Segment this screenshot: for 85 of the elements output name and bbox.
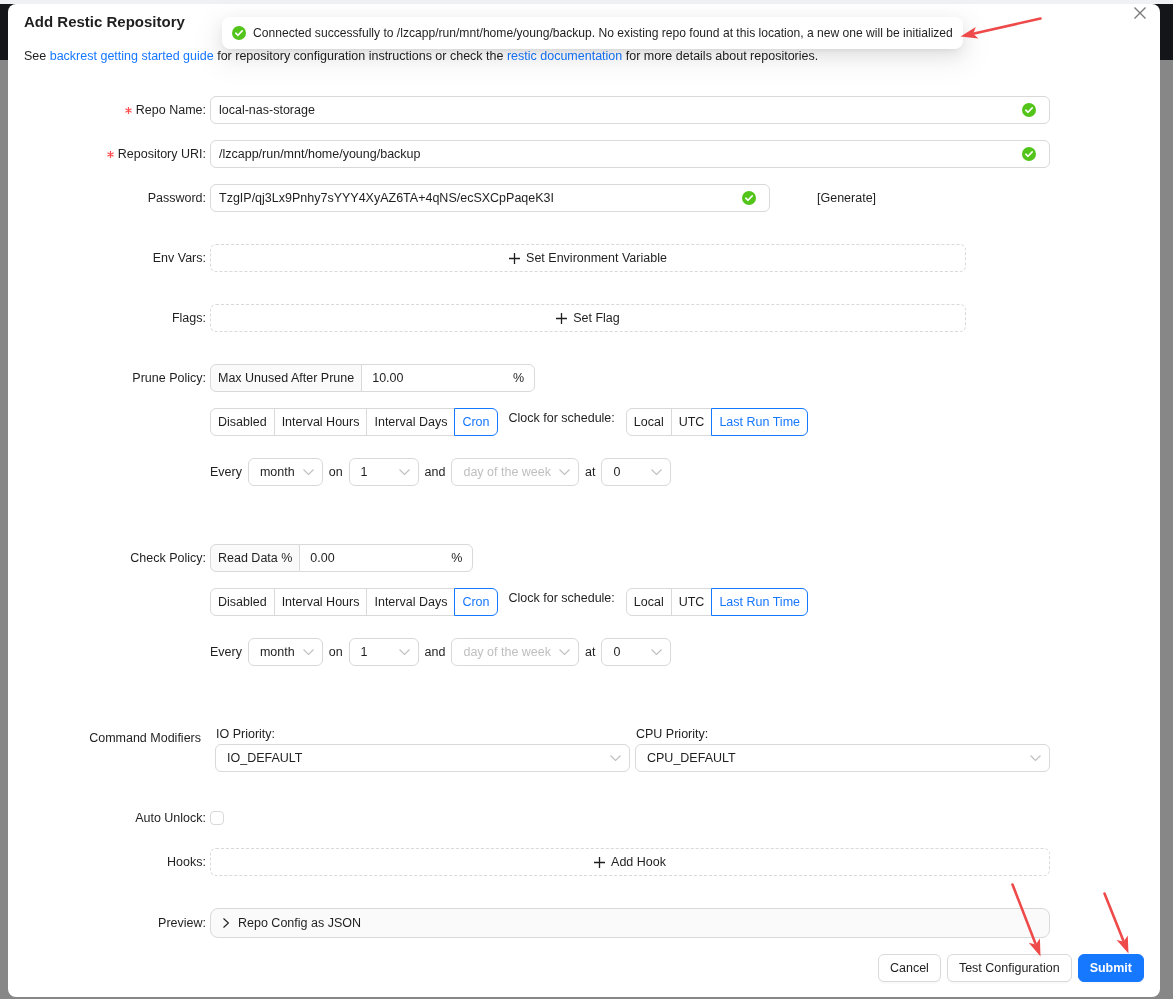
chevron-down-icon [559, 649, 571, 655]
repository-uri-input[interactable]: /lzcapp/run/mnt/home/young/backup [210, 140, 1050, 168]
annotation-arrow [1102, 891, 1130, 955]
clock-label: Clock for schedule: [508, 410, 615, 427]
input-addon: Max Unused After Prune [210, 364, 363, 392]
percent-suffix: % [513, 371, 525, 385]
plus-icon [594, 856, 606, 868]
field-label: Env Vars: [152, 250, 206, 266]
schedule-mode-option[interactable]: Interval Days [366, 588, 456, 616]
schedule-mode-option[interactable]: Interval Hours [273, 408, 368, 436]
doc-link[interactable]: backrest getting started guide [49, 49, 214, 63]
field-label: Password: [147, 190, 206, 206]
field-label: Auto Unlock: [135, 810, 206, 826]
schedule-text: Every [210, 645, 242, 659]
check-circle-icon [232, 26, 246, 40]
dialog-button[interactable]: Cancel [877, 954, 941, 982]
schedule-select[interactable]: 0 [601, 638, 672, 666]
clock-option[interactable]: Last Run Time [711, 588, 808, 616]
schedule-text: at [585, 465, 596, 479]
auto-unlock-checkbox[interactable] [210, 811, 224, 825]
close-icon [1134, 7, 1146, 19]
schedule-select[interactable]: month [247, 638, 323, 666]
schedule-select[interactable]: 1 [348, 458, 419, 486]
field-label: Flags: [171, 310, 206, 326]
number-input[interactable]: 10.00 % [361, 364, 536, 392]
schedule-mode-option[interactable]: Cron [454, 408, 498, 436]
add-button[interactable]: Add Hook [210, 848, 1050, 876]
clock-option[interactable]: UTC [670, 408, 713, 436]
field-label: Check Policy: [130, 550, 206, 566]
preview-panel[interactable]: Repo Config as JSON [210, 908, 1050, 938]
password-input[interactable]: TzgIP/qj3Lx9Pnhy7sYYY4XyAZ6TA+4qNS/ecSXCpPaqeK3I [210, 184, 770, 212]
schedule-select[interactable]: month [247, 458, 323, 486]
clock-option[interactable]: Local [625, 588, 672, 616]
primary-button[interactable]: Submit [1077, 954, 1144, 982]
chevron-down-icon [302, 469, 314, 475]
close-button[interactable] [1132, 5, 1148, 21]
input-addon: Read Data % [210, 544, 301, 572]
clock-option[interactable]: Last Run Time [711, 408, 808, 436]
schedule-text: Every [210, 465, 242, 479]
dialog-title: Add Restic Repository [24, 12, 185, 32]
chevron-down-icon [302, 649, 314, 655]
percent-suffix: % [451, 551, 463, 565]
field-label: Repository URI: [117, 146, 206, 162]
add-button[interactable]: Set Environment Variable [210, 244, 966, 272]
schedule-text: on [328, 645, 343, 659]
priority-label: CPU Priority: [635, 726, 709, 743]
chevron-down-icon [1030, 755, 1041, 761]
dialog-button[interactable]: Test Configuration [946, 954, 1072, 982]
priority-select[interactable]: CPU_DEFAULT [635, 744, 1050, 772]
schedule-text: and [424, 645, 446, 659]
plus-icon [509, 252, 521, 264]
doc-link[interactable]: restic documentation [506, 49, 623, 63]
chevron-down-icon [398, 469, 410, 475]
schedule-text: at [585, 645, 596, 659]
field-label: Command Modifiers [89, 730, 201, 746]
toast-text: Connected successfully to /lzcapp/run/mnt/home/young/backup. No existing repo found at this location, a new one will be initialized [253, 25, 953, 41]
schedule-mode-option[interactable]: Cron [454, 588, 498, 616]
schedule-select[interactable]: 1 [348, 638, 419, 666]
chevron-down-icon [398, 649, 410, 655]
chevron-down-icon [651, 649, 663, 655]
chevron-down-icon [559, 469, 571, 475]
chevron-down-icon [610, 755, 621, 761]
chevron-down-icon [651, 469, 663, 475]
field-label: Prune Policy: [132, 370, 206, 386]
number-input[interactable]: 0.00 % [299, 544, 474, 572]
field-label: Hooks: [167, 854, 206, 870]
priority-label: IO Priority: [215, 726, 276, 743]
repo-name-input[interactable]: local-nas-storage [210, 96, 1050, 124]
schedule-mode-option[interactable]: Interval Hours [273, 588, 368, 616]
plus-icon [556, 312, 568, 324]
add-button[interactable]: Set Flag [210, 304, 966, 332]
intro-text: See backrest getting started guide for repository configuration instructions or check the restic documentation for more details about repositories. [24, 49, 820, 63]
schedule-mode-option[interactable]: Disabled [210, 588, 275, 616]
clock-option[interactable]: UTC [670, 588, 713, 616]
schedule-text: and [424, 465, 446, 479]
schedule-text: on [328, 465, 343, 479]
clock-option[interactable]: Local [625, 408, 672, 436]
schedule-select[interactable]: 0 [601, 458, 672, 486]
schedule-mode-option[interactable]: Disabled [210, 408, 275, 436]
generate-button[interactable]: [Generate] [802, 184, 892, 212]
field-label: Repo Name: [135, 102, 206, 118]
clock-label: Clock for schedule: [508, 590, 615, 607]
priority-select[interactable]: IO_DEFAULT [215, 744, 630, 772]
field-label: Preview: [158, 915, 206, 931]
schedule-mode-option[interactable]: Interval Days [366, 408, 456, 436]
